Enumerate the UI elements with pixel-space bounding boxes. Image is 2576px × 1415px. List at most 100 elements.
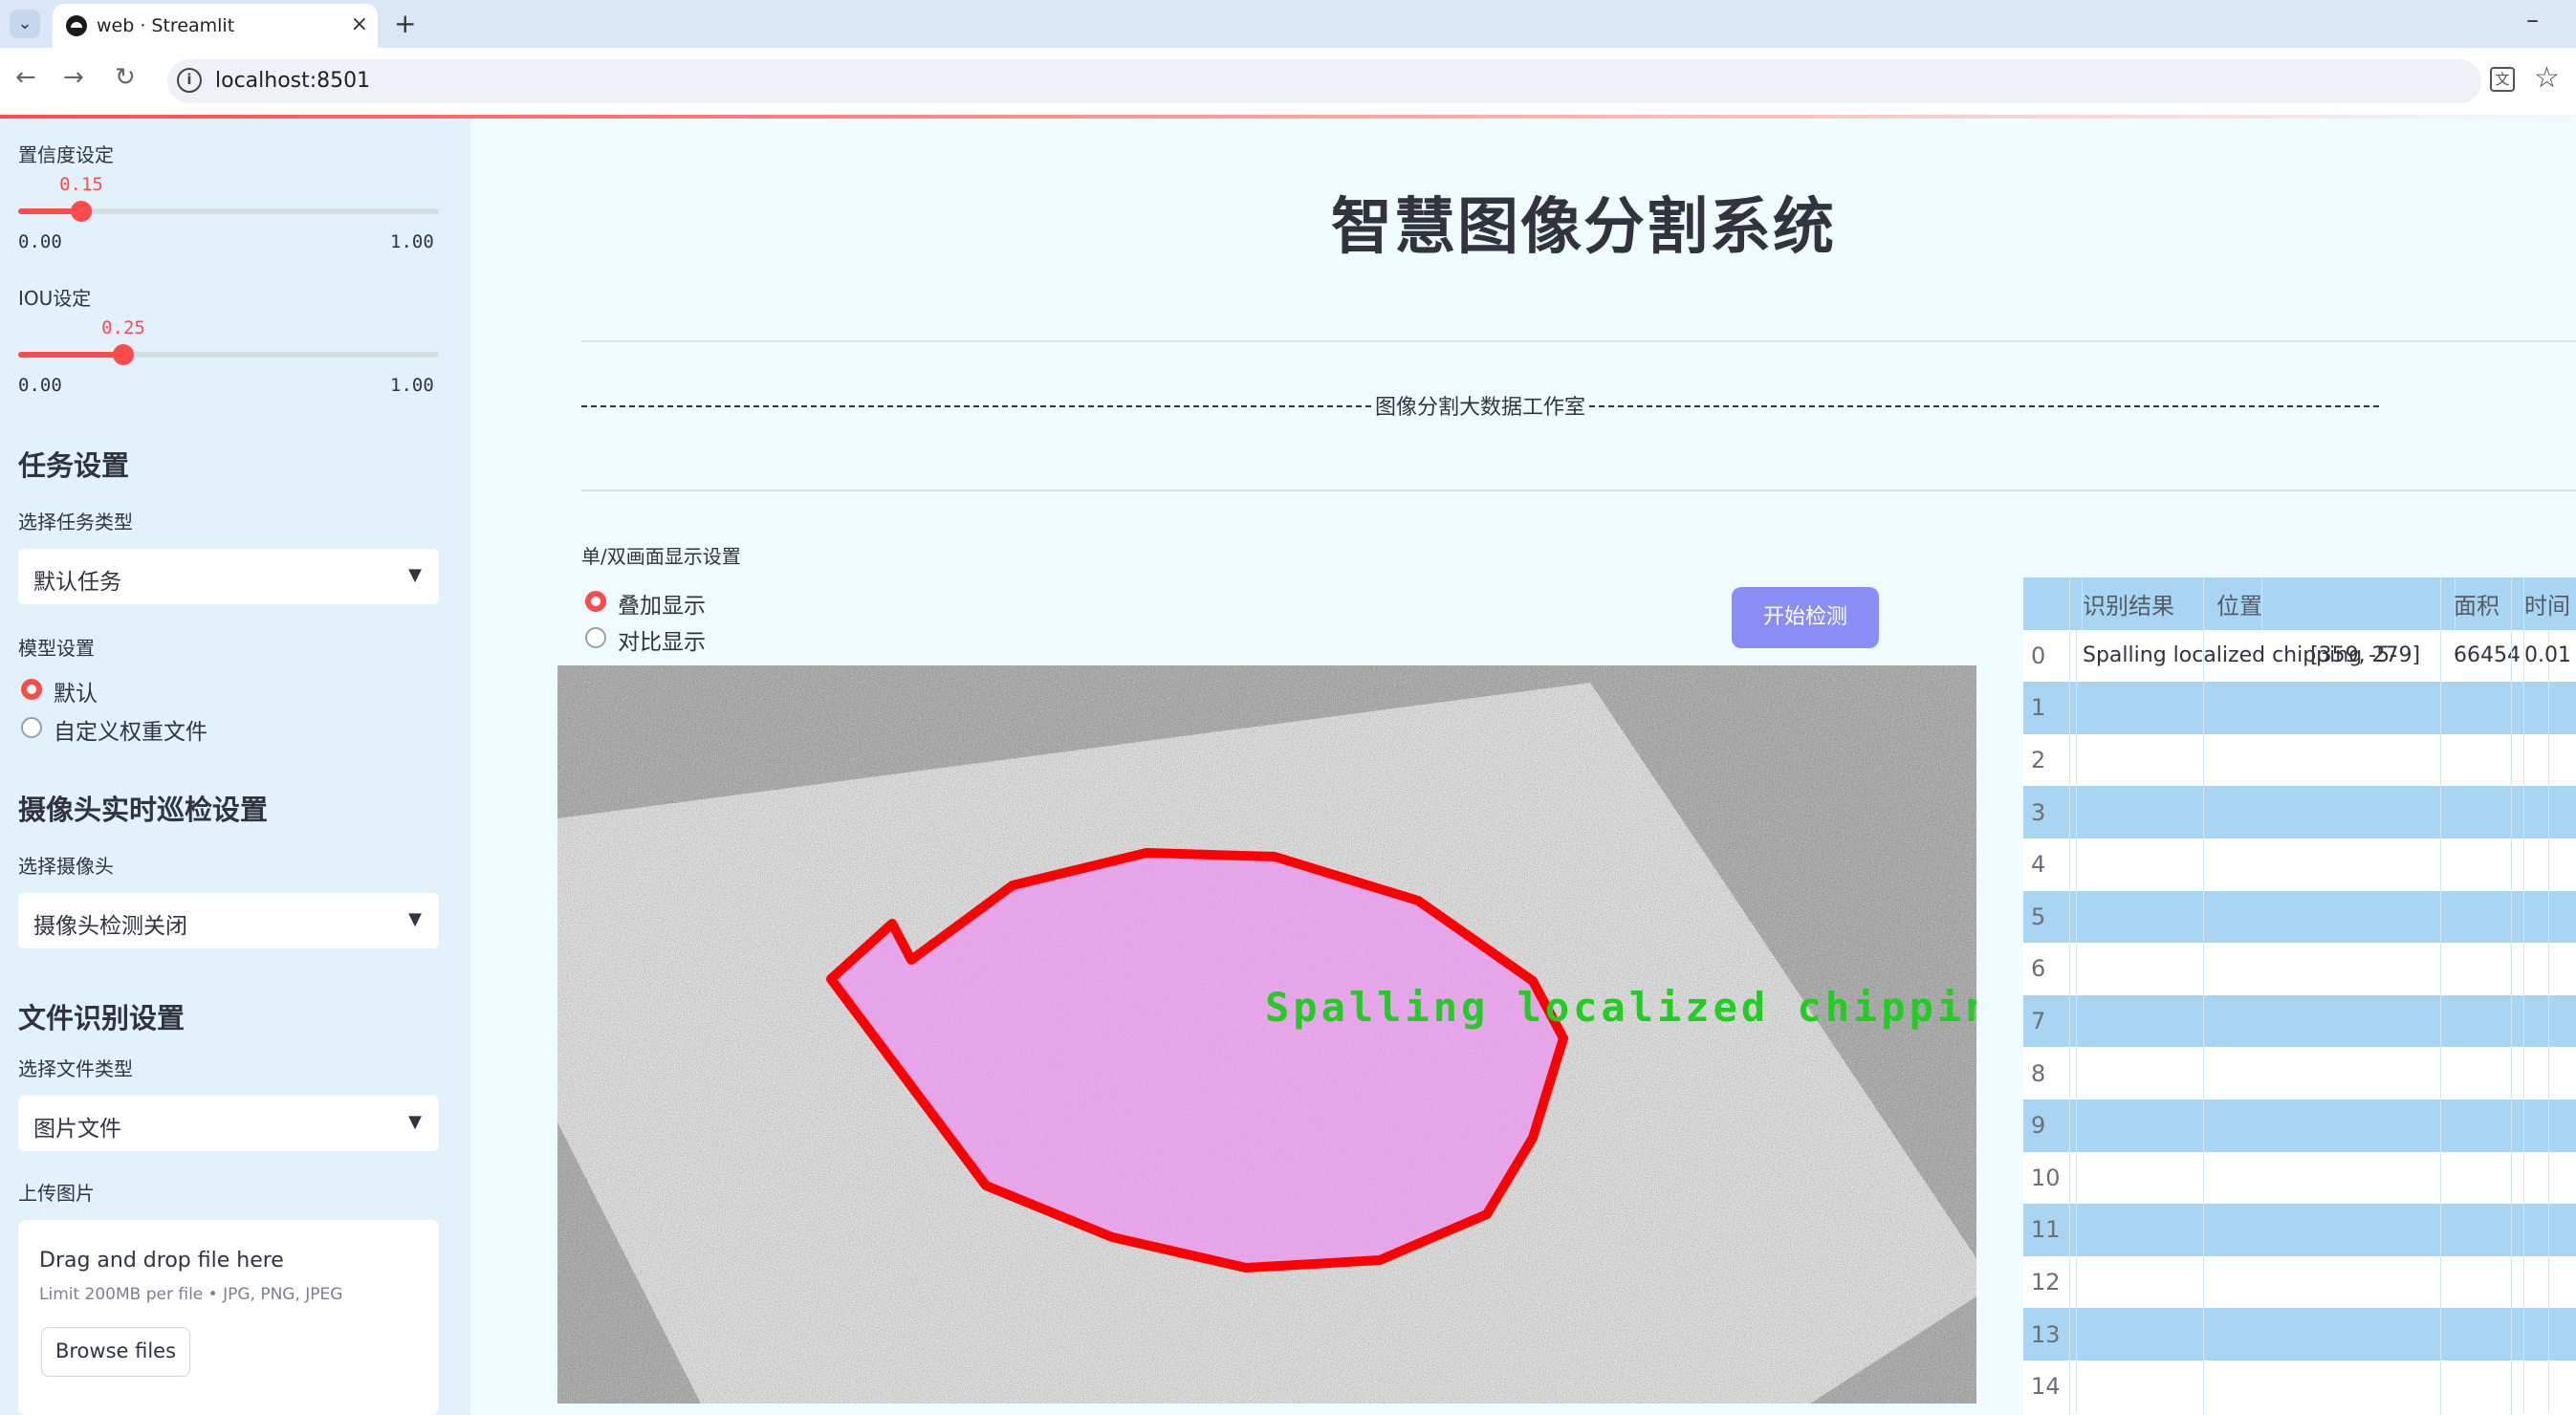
back-arrow-icon[interactable]: ← [15,63,36,92]
model-label: 模型设置 [18,637,95,660]
confidence-min: 0.00 [18,231,62,252]
table-cell-time [2524,995,2576,1048]
upload-limit-hint: Limit 200MB per file • JPG, PNG, JPEG [39,1285,343,1304]
table-cell-time [2524,1256,2576,1309]
column-divider [2511,577,2512,1415]
table-row[interactable]: 10 [2023,1151,2576,1205]
table-cell-time [2524,943,2576,995]
forward-arrow-icon[interactable]: → [63,63,84,92]
table-row[interactable]: 14 [2023,1361,2576,1413]
results-table[interactable]: 识别结果 位置 面积 时间 0 Spalling localized chipping -… [2023,577,2576,1415]
column-divider [2440,577,2441,1415]
site-info-icon[interactable]: i [177,68,202,93]
table-cell-area [2454,994,2524,1048]
upload-label: 上传图片 [18,1182,95,1205]
table-row[interactable]: 6 [2023,943,2576,995]
iou-max: 1.00 [390,375,434,396]
compare-display-radio[interactable] [585,627,606,648]
close-tab-icon[interactable]: × [351,12,368,36]
file-type-label: 选择文件类型 [18,1057,133,1080]
detection-label-text: Spalling localized chipping [1265,984,1976,1031]
compare-display-label[interactable]: 对比显示 [618,623,706,656]
table-cell-time [2524,1047,2576,1099]
table-cell-area [2454,943,2524,995]
table-cell-area [2454,1151,2524,1205]
table-cell-area [2454,1099,2524,1152]
table-cell-time [2524,1308,2576,1361]
column-header[interactable]: 面积 [2454,577,2524,630]
confidence-slider-thumb[interactable] [71,201,92,222]
browse-files-button[interactable]: Browse files [41,1327,190,1377]
table-cell-time: 0.01 [2524,630,2576,683]
translate-icon[interactable]: 文 [2490,67,2515,92]
model-default-label[interactable]: 默认 [54,675,98,708]
segmentation-result-image: Spalling localized chipping [557,665,1976,1404]
overlay-display-label[interactable]: 叠加显示 [618,587,706,620]
divider [581,340,2576,342]
column-header[interactable]: 位置 [2216,577,2456,630]
task-type-select[interactable]: 默认任务 ▼ [18,549,439,604]
table-row[interactable]: 3 [2023,786,2576,838]
table-row[interactable]: 7 [2023,994,2576,1048]
table-cell-area [2454,1361,2524,1413]
tab-title: web · Streamlit [97,15,235,36]
minimize-window-icon[interactable]: – [2526,6,2539,34]
model-default-radio[interactable] [21,679,42,700]
url-text[interactable]: localhost:8501 [215,69,370,93]
column-header[interactable]: 时间 [2524,577,2576,630]
chevron-down-icon: ▼ [408,909,422,929]
tab-search-button[interactable]: ⌄ [10,10,40,38]
studio-banner-text: 图像分割大数据工作室 [1375,396,1586,420]
display-mode-label: 单/双画面显示设置 [581,545,741,568]
table-cell-area [2454,786,2524,838]
bookmark-star-icon[interactable]: ☆ [2534,61,2560,95]
task-section-heading: 任务设置 [18,449,130,482]
column-divider [2203,577,2204,1415]
table-row[interactable]: 13 [2023,1308,2576,1361]
iou-slider[interactable]: 0.25 [18,317,439,365]
table-cell-area [2454,682,2524,734]
file-section-heading: 文件识别设置 [18,1002,186,1034]
table-row[interactable]: 0 Spalling localized chipping -5- [359, 27… [2023,629,2576,683]
table-cell-area [2454,890,2524,944]
overlay-display-radio[interactable] [585,591,606,612]
table-row[interactable]: 9 [2023,1099,2576,1152]
table-cell-time [2524,838,2576,891]
table-row[interactable]: 2 [2023,733,2576,787]
column-header[interactable] [2037,577,2083,630]
model-custom-label[interactable]: 自定义权重文件 [54,713,207,746]
start-detection-button[interactable]: 开始检测 [1732,587,1879,648]
new-tab-icon[interactable]: + [394,8,416,39]
table-row[interactable]: 11 [2023,1204,2576,1256]
table-row[interactable]: 4 [2023,838,2576,891]
table-cell-area [2454,1255,2524,1309]
camera-select[interactable]: 摄像头检测关闭 ▼ [18,893,439,948]
table-cell-time [2524,891,2576,944]
upload-dropzone-title: Drag and drop file here [39,1249,284,1273]
file-uploader-dropzone[interactable]: Drag and drop file here Limit 200MB per … [18,1220,439,1415]
chevron-down-icon: ▼ [408,1112,422,1132]
table-cell-time [2524,1361,2576,1413]
browser-tab-bar: ⌄ web · Streamlit × + – [0,0,2576,48]
table-row[interactable]: 1 [2023,682,2576,734]
table-cell-area: 66454 [2454,629,2524,683]
camera-label: 选择摄像头 [18,855,114,878]
table-cell-area [2454,1047,2524,1099]
file-type-select[interactable]: 图片文件 ▼ [18,1096,439,1151]
table-cell-area [2454,733,2524,787]
confidence-value: 0.15 [59,174,103,195]
confidence-slider[interactable]: 0.15 [18,174,439,222]
table-row[interactable]: 5 [2023,890,2576,944]
page-title: 智慧图像分割系统 [1331,192,1836,263]
model-custom-radio[interactable] [21,717,42,738]
address-bar[interactable]: i localhost:8501 [167,59,2481,103]
browser-tab[interactable]: web · Streamlit × [53,4,378,48]
reload-icon[interactable]: ↻ [115,63,136,92]
table-cell-area [2454,1308,2524,1361]
iou-value: 0.25 [101,317,145,338]
streamlit-favicon-icon [66,15,87,36]
table-row[interactable]: 8 [2023,1047,2576,1099]
column-divider [2069,577,2070,1415]
table-row[interactable]: 12 [2023,1255,2576,1309]
iou-slider-thumb[interactable] [113,344,134,365]
